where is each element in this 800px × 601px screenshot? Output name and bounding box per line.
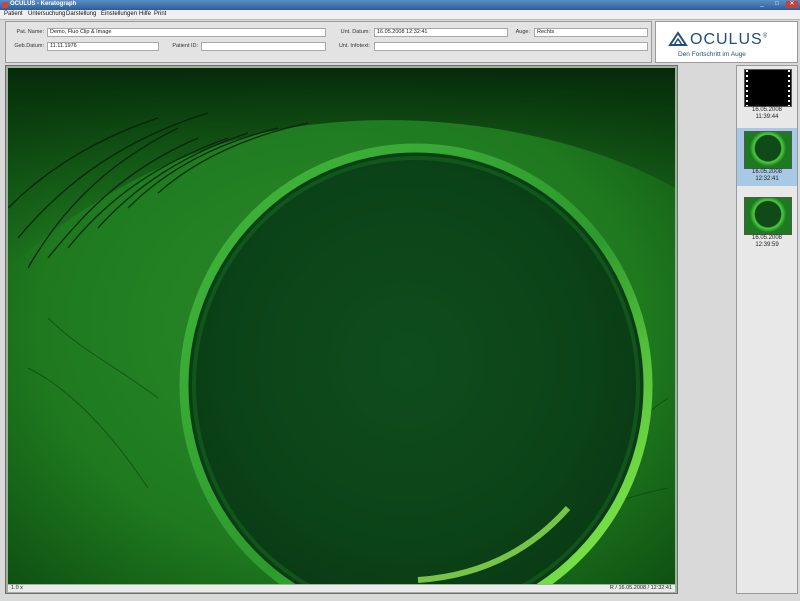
dob-field[interactable]: 11.11.1976: [47, 42, 159, 51]
eye-field[interactable]: Rechts: [534, 28, 648, 37]
exam-infotext-field[interactable]: [374, 42, 648, 51]
exam-infotext-label: Unt. Infotext:: [338, 43, 370, 49]
thumbnail-item-selected[interactable]: 16.05.2008 12:32:41: [737, 128, 797, 186]
dob-label: Geb.Datum:: [14, 43, 44, 49]
menu-patient[interactable]: Patient: [4, 11, 23, 17]
exam-date-label: Unt. Datum:: [340, 29, 370, 35]
menu-bar: Patient Untersuchung Darstellung Einstel…: [0, 10, 800, 20]
window-controls: _ □ ✕: [756, 1, 798, 8]
thumbnail-time: 12:39:59: [755, 242, 779, 248]
menu-untersuchung[interactable]: Untersuchung: [28, 11, 65, 17]
thumbnail-date: 16.05.2008: [751, 107, 783, 113]
eye-label: Auge:: [515, 29, 530, 35]
menu-print[interactable]: Print: [154, 11, 166, 17]
menu-hilfe[interactable]: Hilfe: [139, 11, 151, 17]
zoom-level: 1.0 x: [11, 585, 23, 591]
minimize-button[interactable]: _: [756, 1, 768, 8]
eye-thumbnail-icon: [744, 131, 792, 169]
thumbnail-list: 16.05.2008 11:39:44 16.05.2008 12:32:41 …: [736, 65, 798, 594]
fluorescein-eye-image[interactable]: [8, 68, 675, 584]
app-icon: [2, 2, 8, 8]
brand-name: OCULUS®: [690, 31, 769, 48]
eye-image-graphic: [8, 68, 675, 584]
thumbnail-item[interactable]: 16.05.2008 11:39:44: [737, 66, 797, 124]
close-button[interactable]: ✕: [786, 1, 798, 8]
video-thumbnail-icon: [744, 69, 792, 107]
thumbnail-item[interactable]: 16.05.2008 12:39:59: [737, 194, 797, 252]
patient-info-panel: Pat. Name: Demo, Fluo Clip & Image Geb.D…: [5, 21, 652, 63]
thumbnail-date: 16.05.2008: [751, 169, 783, 175]
menu-darstellung[interactable]: Darstellung: [66, 11, 96, 17]
window-title: OCULUS - Keratograph: [10, 1, 77, 7]
maximize-button[interactable]: □: [771, 1, 783, 8]
image-viewer: 1.0 x R / 16.05.2008 / 12:32:41: [5, 65, 678, 594]
oculus-logo: OCULUS® Den Fortschritt im Auge: [655, 21, 798, 63]
patient-id-field[interactable]: [201, 42, 326, 51]
title-bar: OCULUS - Keratograph _ □ ✕: [0, 0, 800, 10]
thumbnail-date: 16.05.2008: [751, 235, 783, 241]
brand-slogan: Den Fortschritt im Auge: [678, 51, 746, 58]
exam-date-field[interactable]: 16.05.2008 12:32:41: [374, 28, 508, 37]
thumbnail-time: 11:39:44: [755, 114, 779, 120]
patient-name-field[interactable]: Demo, Fluo Clip & Image: [47, 28, 326, 37]
patient-id-label: Patient ID:: [172, 43, 198, 49]
image-status-bar: 1.0 x R / 16.05.2008 / 12:32:41: [8, 585, 675, 592]
menu-einstellungen[interactable]: Einstellungen: [101, 11, 137, 17]
thumbnail-time: 12:32:41: [755, 176, 779, 182]
patient-name-label: Pat. Name:: [16, 29, 44, 35]
oculus-logo-mark-icon: [668, 31, 688, 46]
eye-thumbnail-icon: [744, 197, 792, 235]
image-info: R / 16.05.2008 / 12:32:41: [609, 585, 672, 591]
